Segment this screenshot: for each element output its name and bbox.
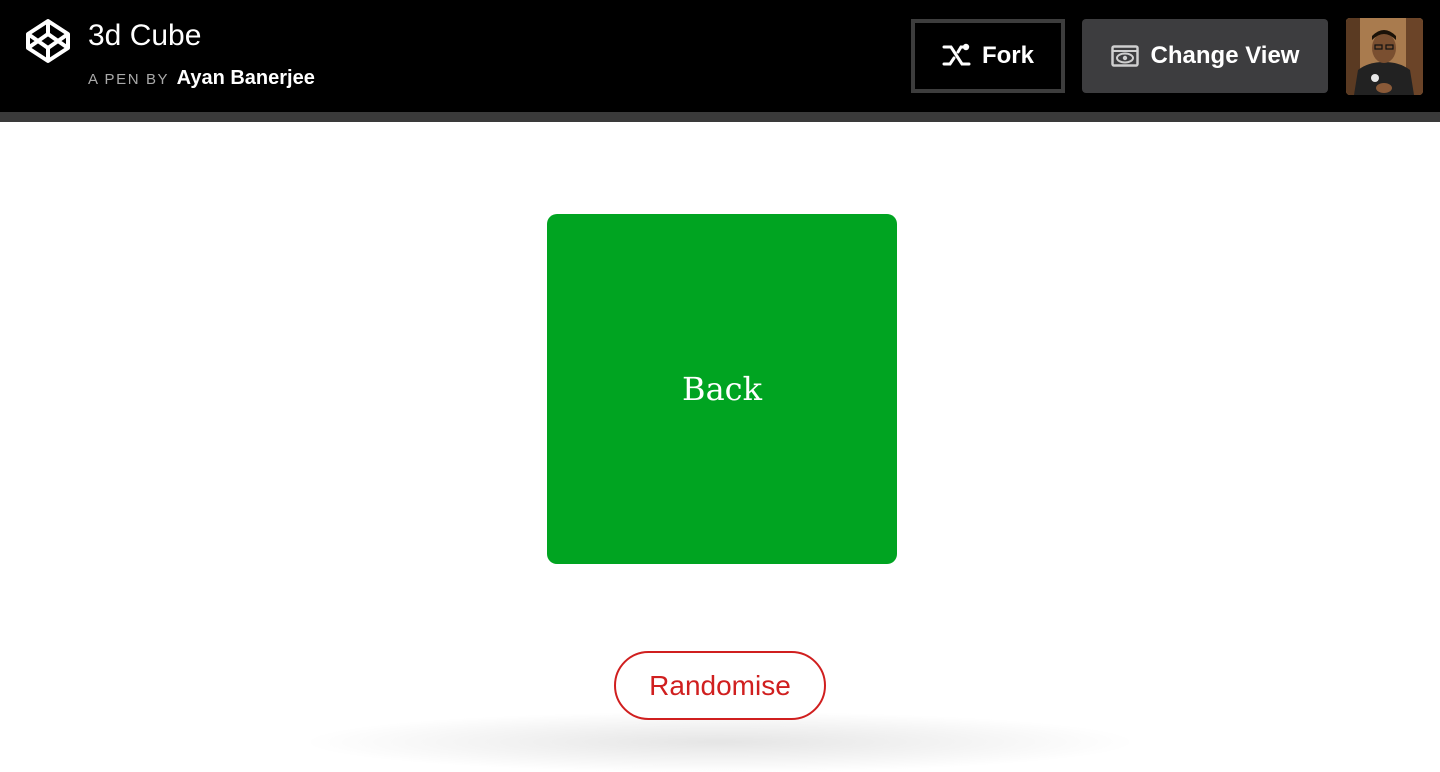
cube-shadow (310, 712, 1130, 772)
fork-icon (942, 43, 971, 66)
byline-prefix: A PEN BY (88, 71, 170, 88)
cube-face-label: Back (682, 370, 762, 408)
change-view-label: Change View (1150, 42, 1300, 69)
fork-label: Fork (981, 42, 1034, 69)
avatar-photo (1346, 18, 1423, 95)
cube-face-back: Back (547, 214, 897, 564)
eye-icon (1110, 45, 1139, 67)
user-avatar[interactable] (1346, 18, 1423, 95)
randomise-button[interactable]: Randomise (614, 651, 826, 720)
top-bar: 3d Cube A PEN BY Ayan Banerjee Fork Chan… (0, 0, 1440, 122)
author-link[interactable]: Ayan Banerjee (177, 67, 315, 89)
pen-title: 3d Cube (88, 19, 202, 52)
codepen-logo-icon[interactable] (24, 17, 72, 65)
pen-byline: A PEN BY Ayan Banerjee (88, 64, 315, 94)
change-view-button[interactable]: Change View (1082, 19, 1328, 93)
fork-button[interactable]: Fork (911, 19, 1065, 93)
